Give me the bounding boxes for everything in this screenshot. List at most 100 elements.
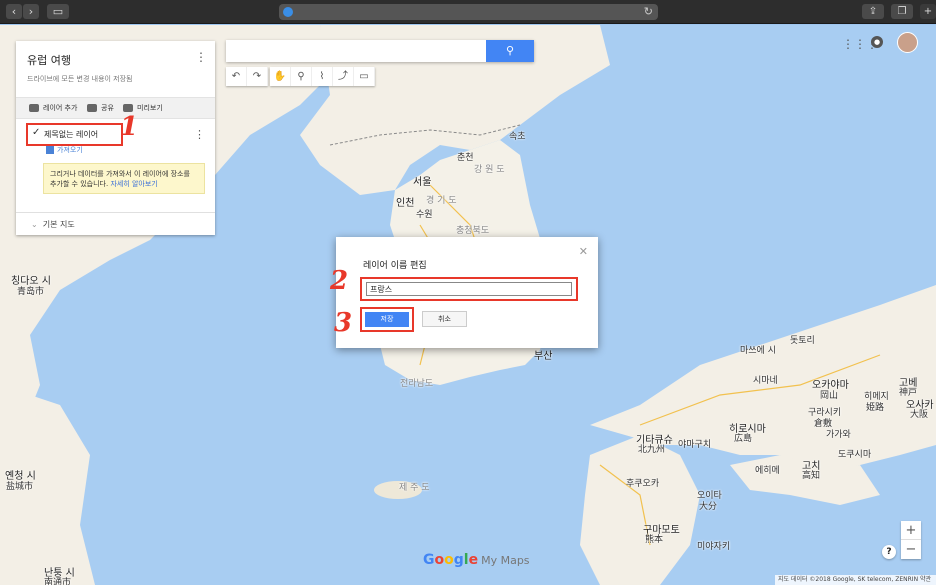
layer-tip: 그리거나 데이터를 가져와서 이 레이어에 장소를 추가할 수 있습니다. 자세… [43,163,205,194]
zoom-out-button[interactable]: − [901,540,921,559]
avatar[interactable] [897,32,918,53]
map-copyright: 지도 데이터 ©2018 Google, SK telecom, ZENRIN … [775,575,936,585]
line-icon[interactable]: ⌇ [312,67,333,86]
import-link[interactable]: 가져오기 [46,145,83,155]
close-icon[interactable]: ✕ [579,245,588,258]
place-label: 가가와 [826,430,851,440]
layer-name: 제목없는 레이어 [44,130,99,139]
place-label: 속초 [509,132,526,142]
new-tab-icon[interactable]: + [920,4,936,19]
ruler-icon[interactable]: ▭ [354,67,375,86]
divider [16,212,215,213]
basemap-toggle[interactable]: ⌄ 기본 지도 [31,219,75,230]
place-label: 大分 [699,502,718,512]
browser-toolbar: ‹ › ▭ ↻ ⇪ ❐ + [0,0,936,24]
place-label: 도쿠시마 [838,450,872,460]
save-button[interactable]: 저장 [365,312,409,327]
forward-icon[interactable]: › [23,4,39,19]
checkbox-icon[interactable]: ✓ [32,127,40,138]
search-box: ⚲ [226,40,534,62]
google-my-maps-logo: Google My Maps [423,552,530,568]
undo-icon[interactable]: ↶ [226,67,247,86]
place-label: 盐城市 [6,482,34,492]
step-annotation: 3 [334,308,353,338]
place-label: 青岛市 [17,287,45,297]
save-button-highlight: 저장 [360,307,414,332]
notifications-icon[interactable]: ● [871,36,883,48]
help-button[interactable]: ? [882,545,896,559]
basemap-label: 기본 지도 [42,220,75,229]
layer-name-field-highlight [360,277,578,301]
more-options-icon[interactable]: ⋮ [195,50,207,64]
place-label: 미야자키 [697,542,731,552]
layer-options-icon[interactable]: ⋮ [194,128,205,141]
region-label: 경 기 도 [426,196,457,206]
back-icon[interactable]: ‹ [6,4,22,19]
import-label: 가져오기 [57,146,83,154]
place-label: 姫路 [866,403,885,413]
place-label: 南通市 [44,578,72,585]
globe-icon [283,7,293,17]
logo-letter: o [444,552,454,568]
search-button[interactable]: ⚲ [486,40,534,62]
zoom-in-button[interactable]: + [901,521,921,540]
search-icon: ⚲ [505,44,515,57]
url-bar[interactable]: ↻ [279,4,658,20]
panel-actions: 레이어 추가 공유 미리보기 [16,97,215,119]
marker-icon[interactable]: ⚲ [291,67,312,86]
logo-letter: o [434,552,445,568]
place-label: 후쿠오카 [626,479,660,489]
chevron-down-icon: ⌄ [31,220,38,229]
place-label: 돗토리 [790,336,815,346]
share-button[interactable]: 공유 [87,103,114,113]
add-layer-button[interactable]: 레이어 추가 [29,103,77,113]
layer-name-input[interactable] [366,282,572,296]
dialog-title: 레이어 이름 편집 [363,261,427,271]
edit-layer-name-dialog: ✕ 레이어 이름 편집 저장 취소 [336,237,598,348]
place-label: 시마네 [753,376,778,386]
region-label: 전라남도 [400,379,434,389]
import-icon [46,146,54,154]
region-label: 강 원 도 [474,165,505,175]
tabs-icon[interactable]: ❐ [891,4,913,19]
place-label: 마쓰에 시 [740,346,776,356]
place-label: 서울 [413,177,432,188]
place-label: 인천 [396,198,415,209]
save-status: 드라이브에 모든 변경 내용이 저장됨 [27,75,133,83]
cancel-button[interactable]: 취소 [422,311,467,327]
zoom-control: + − [901,521,921,559]
logo-letter: g [453,552,464,568]
place-label: 熊本 [645,535,664,545]
redo-icon[interactable]: ↷ [247,67,268,86]
place-label: 岡山 [820,391,839,401]
place-label: 北九州 [638,445,666,455]
place-label: 야마구치 [678,440,712,450]
sidebar-toggle-icon[interactable]: ▭ [47,4,69,19]
step-annotation: 2 [330,266,349,296]
layers-icon [29,104,39,112]
logo-letter: e [468,552,479,568]
eye-icon [123,104,133,112]
logo-suffix: My Maps [481,554,530,567]
add-layer-label: 레이어 추가 [43,104,78,112]
add-person-icon [87,104,97,112]
layer-title[interactable]: ✓ 제목없는 레이어 [26,123,123,146]
step-annotation: 1 [120,112,139,142]
place-label: 부산 [534,351,553,362]
share-label: 공유 [101,104,114,112]
share-icon[interactable]: ⇪ [862,4,884,19]
place-label: 高知 [802,471,821,481]
search-input[interactable] [226,40,486,62]
map-toolbar: ↶ ↷ ✋ ⚲ ⌇ ⤴ ▭ [226,67,375,86]
region-label: 충청북도 [456,226,490,236]
region-label: 제 주 도 [399,483,430,493]
learn-more-link[interactable]: 자세히 알아보기 [110,180,157,188]
logo-letter: G [423,552,435,568]
place-label: 大阪 [910,410,929,420]
place-label: 広島 [734,434,753,444]
hand-icon[interactable]: ✋ [270,67,291,86]
reload-icon[interactable]: ↻ [644,4,653,20]
map-panel: 유럽 여행 ⋮ 드라이브에 모든 변경 내용이 저장됨 레이어 추가 공유 미리… [16,41,215,235]
directions-icon[interactable]: ⤴ [333,67,354,86]
map-title[interactable]: 유럽 여행 [27,52,71,68]
